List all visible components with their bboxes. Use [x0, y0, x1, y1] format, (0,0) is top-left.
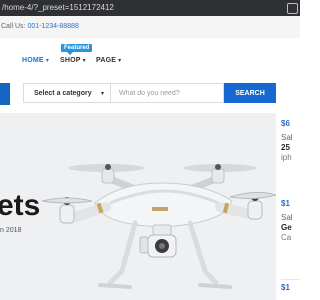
- hero-title: ets: [0, 189, 41, 222]
- call-us: Call Us: 001-1234-88888: [1, 16, 79, 38]
- nav-item-shop[interactable]: SHOP ▾: [60, 57, 86, 64]
- top-info-bar: Call Us: 001-1234-88888: [0, 16, 300, 39]
- product-price: $1: [281, 283, 290, 292]
- address-url[interactable]: /home-4/?_preset=1512172412: [2, 0, 114, 16]
- product-subtitle: Ca: [281, 233, 292, 242]
- all-departments-button[interactable]: [0, 83, 10, 105]
- product-sidebar: $6 Sal 25 iph $1 Sal Ge Ca $1: [281, 113, 300, 300]
- call-us-label: Call Us:: [1, 23, 26, 30]
- product-price: $6: [281, 119, 290, 128]
- nav-item-label: PAGE: [96, 57, 117, 64]
- chevron-down-icon: ▾: [45, 58, 50, 64]
- nav-item-label: SHOP: [60, 57, 81, 64]
- page: /home-4/?_preset=1512172412 Call Us: 001…: [0, 0, 300, 300]
- product-subtitle: iph: [281, 153, 292, 162]
- search-input[interactable]: [111, 83, 224, 103]
- chevron-down-icon: ▾: [82, 58, 86, 64]
- browser-address-bar[interactable]: /home-4/?_preset=1512172412: [0, 0, 300, 16]
- search-button[interactable]: SEARCH: [224, 83, 276, 103]
- nav-item-home[interactable]: HOME ▾: [22, 57, 49, 64]
- main-navigation: Featured HOME ▾ SHOP ▾ PAGE ▾: [0, 38, 300, 83]
- sidebar-product[interactable]: $1 Sal Ge Ca: [281, 199, 300, 242]
- category-select-label: Select a category: [34, 90, 92, 97]
- sidebar-product[interactable]: $1: [281, 283, 300, 292]
- product-name: Ge: [281, 223, 292, 232]
- hero-banner[interactable]: ets n 2018: [0, 113, 276, 300]
- hero-subtitle: n 2018: [0, 227, 22, 234]
- nav-item-page[interactable]: PAGE ▾: [96, 57, 121, 64]
- chevron-down-icon: ▾: [100, 91, 104, 97]
- call-us-number[interactable]: 001-1234-88888: [27, 23, 78, 30]
- product-label: Sal: [281, 133, 293, 142]
- sidebar-product[interactable]: $6 Sal 25 iph: [281, 119, 300, 162]
- product-price: $1: [281, 199, 290, 208]
- product-name: 25: [281, 143, 290, 152]
- chevron-down-icon: ▾: [118, 58, 122, 64]
- search-row: Select a category ▾ SEARCH: [0, 83, 300, 105]
- product-label: Sal: [281, 213, 293, 222]
- featured-badge: Featured: [61, 44, 93, 55]
- nav-item-label: HOME: [22, 57, 44, 64]
- sidebar-divider: [281, 279, 300, 280]
- category-select[interactable]: Select a category ▾: [23, 83, 111, 103]
- puzzle-icon[interactable]: [287, 3, 298, 14]
- drone-image: [41, 164, 276, 289]
